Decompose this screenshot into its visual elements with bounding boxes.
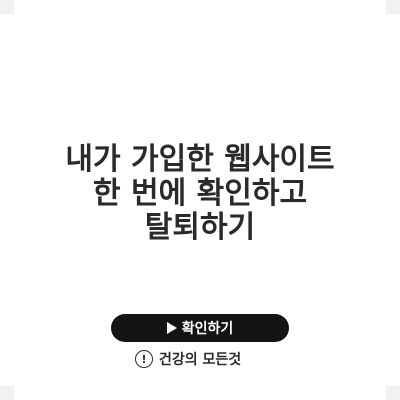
title-line-1: 내가 가입한 웹사이트 <box>65 142 335 177</box>
brand: ! 건강의 모든것 <box>135 347 275 371</box>
frame-corner-bottom-right <box>386 386 400 400</box>
title-line-2: 한 번에 확인하고 <box>92 176 308 211</box>
confirm-button-label: 확인하기 <box>181 321 234 337</box>
alert-circle-icon: ! <box>135 350 153 368</box>
frame-corner-top-left <box>0 0 14 14</box>
confirm-button[interactable]: 확인하기 <box>111 314 289 342</box>
title-line-3: 탈퇴하기 <box>144 210 256 245</box>
page-title: 내가 가입한 웹사이트 한 번에 확인하고 탈퇴하기 <box>40 143 360 245</box>
frame-corner-top-right <box>386 0 400 14</box>
frame-corner-bottom-left <box>0 386 14 400</box>
brand-name: 건강의 모든것 <box>159 352 242 368</box>
thumbnail-card: 내가 가입한 웹사이트 한 번에 확인하고 탈퇴하기 확인하기 ! 건강의 모든… <box>0 0 400 400</box>
play-icon <box>166 322 177 334</box>
